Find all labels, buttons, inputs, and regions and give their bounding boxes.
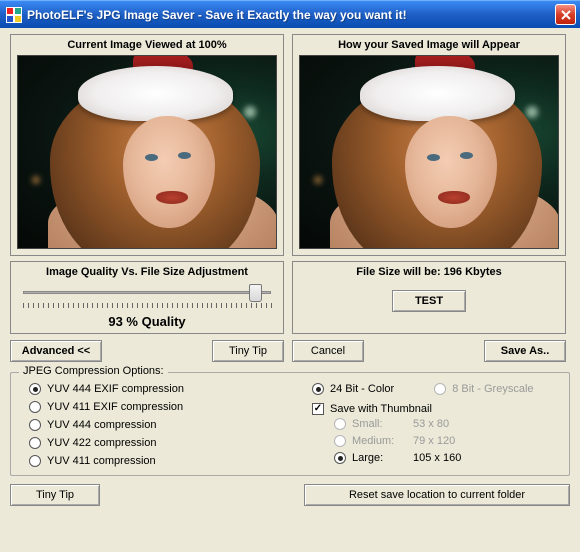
- saved-image: [299, 55, 559, 249]
- compression-groupbox: JPEG Compression Options: YUV 444 EXIF c…: [10, 372, 570, 476]
- compression-option-3[interactable]: YUV 422 compression: [29, 437, 286, 449]
- radio-24bit[interactable]: 24 Bit - Color: [312, 383, 394, 395]
- compression-option-label: YUV 411 compression: [47, 455, 156, 467]
- compression-option-label: YUV 411 EXIF compression: [47, 401, 183, 413]
- compression-option-0[interactable]: YUV 444 EXIF compression: [29, 383, 286, 395]
- cancel-button[interactable]: Cancel: [292, 340, 364, 362]
- saved-image-panel: How your Saved Image will Appear: [292, 34, 566, 256]
- compression-option-label: YUV 444 compression: [47, 419, 156, 431]
- compression-option-label: YUV 444 EXIF compression: [47, 383, 184, 395]
- test-button[interactable]: TEST: [392, 290, 466, 312]
- compression-legend: JPEG Compression Options:: [19, 365, 168, 377]
- current-image-panel: Current Image Viewed at 100%: [10, 34, 284, 256]
- window-title: PhotoELF's JPG Image Saver - Save it Exa…: [27, 8, 555, 22]
- compression-option-4[interactable]: YUV 411 compression: [29, 455, 286, 467]
- thumbnail-size-large[interactable]: Large:105 x 160: [334, 452, 561, 464]
- tiny-tip-button-top[interactable]: Tiny Tip: [212, 340, 284, 362]
- current-image: [17, 55, 277, 249]
- app-icon: [6, 7, 22, 23]
- radio-8bit-label: 8 Bit - Greyscale: [452, 383, 533, 395]
- close-button[interactable]: [555, 4, 576, 25]
- compression-option-label: YUV 422 compression: [47, 437, 156, 449]
- thumbnail-size-small: Small:53 x 80: [334, 418, 561, 430]
- tiny-tip-button-bottom[interactable]: Tiny Tip: [10, 484, 100, 506]
- current-image-header: Current Image Viewed at 100%: [67, 39, 226, 51]
- quality-label: Image Quality Vs. File Size Adjustment: [46, 266, 248, 278]
- save-thumbnail-checkbox[interactable]: ✓ Save with Thumbnail: [312, 403, 561, 415]
- advanced-button[interactable]: Advanced <<: [10, 340, 102, 362]
- radio-8bit: 8 Bit - Greyscale: [434, 383, 533, 395]
- save-thumbnail-label: Save with Thumbnail: [330, 403, 432, 415]
- compression-option-1[interactable]: YUV 411 EXIF compression: [29, 401, 286, 413]
- reset-save-location-button[interactable]: Reset save location to current folder: [304, 484, 570, 506]
- quality-slider[interactable]: [21, 284, 273, 310]
- thumbnail-size-medium: Medium:79 x 120: [334, 435, 561, 447]
- quality-value: 93 % Quality: [108, 314, 185, 329]
- compression-option-2[interactable]: YUV 444 compression: [29, 419, 286, 431]
- quality-panel: Image Quality Vs. File Size Adjustment 9…: [10, 261, 284, 334]
- title-bar: PhotoELF's JPG Image Saver - Save it Exa…: [0, 0, 580, 28]
- radio-24bit-label: 24 Bit - Color: [330, 383, 394, 395]
- client-area: Current Image Viewed at 100% How your Sa…: [0, 28, 580, 512]
- filesize-label: File Size will be: 196 Kbytes: [356, 266, 502, 278]
- saved-image-header: How your Saved Image will Appear: [338, 39, 520, 51]
- save-as-button[interactable]: Save As..: [484, 340, 566, 362]
- filesize-panel: File Size will be: 196 Kbytes TEST: [292, 261, 566, 334]
